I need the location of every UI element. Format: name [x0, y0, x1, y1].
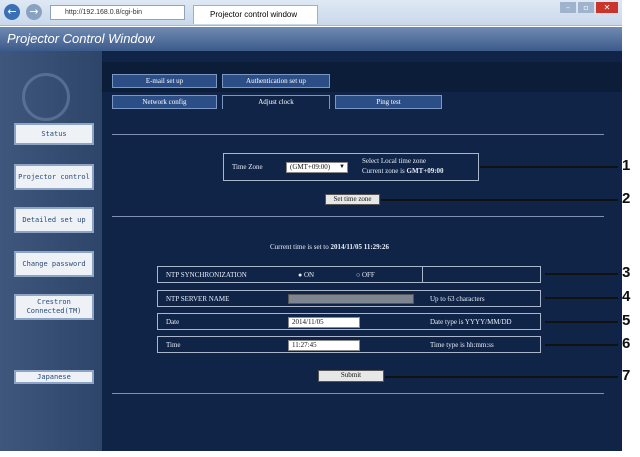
- tab-authentication-setup[interactable]: Authentication set up: [222, 74, 330, 88]
- browser-toolbar: ← → http://192.168.0.8/cgi-bin Projector…: [0, 0, 622, 26]
- ntp-server-label: NTP SERVER NAME: [166, 295, 230, 303]
- current-zone-value: GMT+09:00: [406, 167, 444, 175]
- callout-1: 1: [622, 157, 631, 174]
- callout-line-3: [545, 273, 618, 275]
- minimize-icon[interactable]: –: [560, 2, 576, 13]
- address-bar[interactable]: http://192.168.0.8/cgi-bin: [50, 5, 185, 20]
- current-time-value: 2014/11/05 11:29:26: [330, 243, 389, 251]
- callout-line-7: [385, 376, 618, 378]
- tab-network-config[interactable]: Network config: [112, 95, 217, 109]
- callout-5: 5: [622, 312, 631, 329]
- divider: [112, 134, 604, 135]
- browser-tab[interactable]: Projector control window: [193, 5, 318, 24]
- restore-icon[interactable]: ▫: [578, 2, 594, 13]
- cell-divider: [422, 267, 423, 282]
- callout-line-2: [381, 199, 618, 201]
- ntp-on-label: ON: [303, 271, 315, 279]
- callout-line-4: [545, 297, 618, 299]
- timezone-select-value: (GMT+09:00): [290, 163, 331, 171]
- logo-icon: [22, 73, 70, 121]
- current-time: Current time is set to 2014/11/05 11:29:…: [270, 243, 389, 251]
- ntp-on-radio[interactable]: ● ON: [298, 271, 314, 279]
- date-note: Date type is YYYY/MM/DD: [430, 318, 512, 326]
- ntp-sync-row: NTP SYNCHRONIZATION ● ON ○ OFF: [157, 266, 541, 283]
- chevron-down-icon: ▼: [339, 164, 345, 170]
- ntp-server-note: Up to 63 characters: [430, 295, 485, 303]
- submit-button[interactable]: Submit: [318, 370, 384, 382]
- ntp-server-row: NTP SERVER NAME Up to 63 characters: [157, 290, 541, 307]
- time-input[interactable]: 11:27:45: [288, 340, 360, 351]
- callout-line-6: [545, 344, 618, 346]
- callout-2: 2: [622, 190, 631, 207]
- timezone-label: Time Zone: [232, 163, 263, 171]
- ntp-off-radio[interactable]: ○ OFF: [356, 271, 375, 279]
- close-icon[interactable]: ✕: [596, 2, 618, 13]
- callout-line-5: [545, 321, 618, 323]
- back-arrow-icon[interactable]: ←: [4, 4, 20, 20]
- timezone-box: Time Zone (GMT+09:00) ▼ Select Local tim…: [223, 153, 479, 181]
- sidebar-item-japanese[interactable]: Japanese: [14, 370, 94, 384]
- ntp-server-input[interactable]: [288, 294, 414, 304]
- date-label: Date: [166, 318, 180, 326]
- callout-7: 7: [622, 367, 631, 384]
- divider: [112, 393, 604, 394]
- sidebar-item-crestron[interactable]: Crestron Connected(TM): [14, 294, 94, 320]
- time-row: Time 11:27:45 Time type is hh:mm:ss: [157, 336, 541, 353]
- timezone-select[interactable]: (GMT+09:00) ▼: [286, 162, 348, 173]
- ntp-sync-label: NTP SYNCHRONIZATION: [166, 271, 247, 279]
- callout-line-1: [480, 166, 618, 168]
- main-panel: [102, 51, 622, 451]
- date-row: Date 2014/11/05 Date type is YYYY/MM/DD: [157, 313, 541, 330]
- current-time-prefix: Current time is set to: [270, 243, 331, 251]
- timezone-note: Select Local time zone: [362, 157, 426, 165]
- app-title: Projector Control Window: [0, 27, 622, 51]
- callout-3: 3: [622, 264, 631, 281]
- ntp-off-label: OFF: [361, 271, 375, 279]
- sidebar-item-change-password[interactable]: Change password: [14, 251, 94, 277]
- forward-arrow-icon[interactable]: →: [26, 4, 42, 20]
- current-zone-note: Current zone is GMT+09:00: [362, 167, 444, 175]
- sidebar-item-projector-control[interactable]: Projector control: [14, 164, 94, 190]
- set-time-zone-button[interactable]: Set time zone: [325, 194, 380, 205]
- date-input[interactable]: 2014/11/05: [288, 317, 360, 328]
- tab-ping-test[interactable]: Ping test: [335, 95, 442, 109]
- time-label: Time: [166, 341, 181, 349]
- time-note: Time type is hh:mm:ss: [430, 341, 494, 349]
- divider: [112, 216, 604, 217]
- sidebar-item-status[interactable]: Status: [14, 123, 94, 145]
- tab-adjust-clock[interactable]: Adjust clock: [222, 95, 330, 109]
- current-zone-prefix: Current zone is: [362, 167, 407, 175]
- callout-6: 6: [622, 335, 631, 352]
- callout-4: 4: [622, 288, 631, 305]
- tab-email-setup[interactable]: E-mail set up: [112, 74, 217, 88]
- sidebar-item-detailed-setup[interactable]: Detailed set up: [14, 207, 94, 233]
